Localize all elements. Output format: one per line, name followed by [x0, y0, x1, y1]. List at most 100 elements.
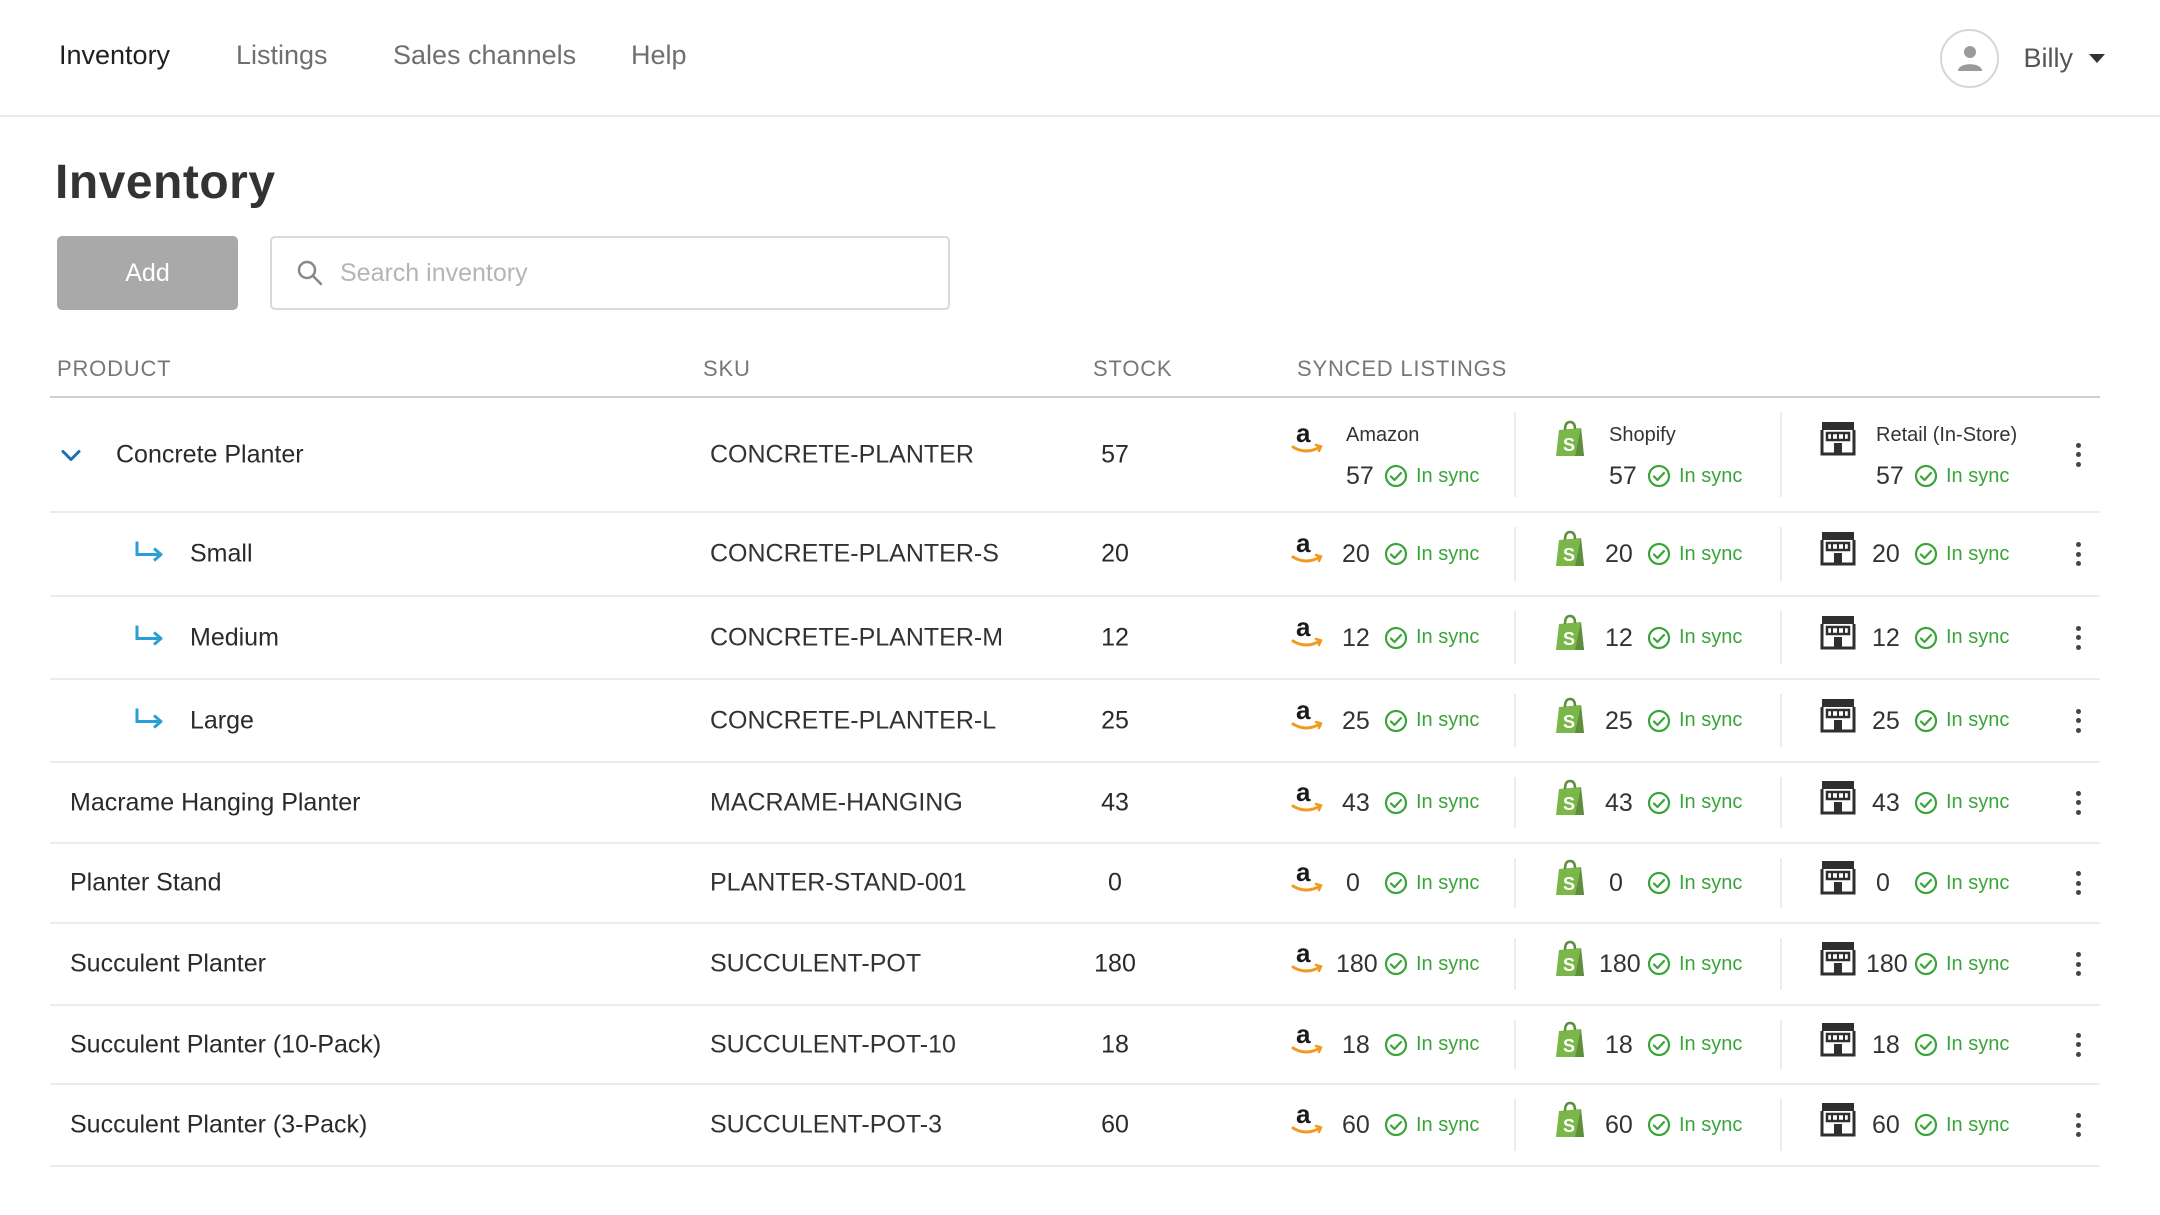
user-icon — [1957, 46, 1982, 71]
listing-shopify[interactable]: S 25 In sync — [1553, 680, 1793, 761]
header-sku: SKU — [703, 356, 751, 381]
channel-stock: 20 — [1605, 540, 1633, 568]
listing-store[interactable]: 12 In sync — [1820, 597, 2060, 678]
add-button[interactable]: Add — [57, 236, 238, 310]
listing-shopify[interactable]: S 0 In sync — [1553, 844, 1793, 922]
sync-status: In sync — [1647, 1113, 1742, 1137]
listing-store[interactable]: Retail (In-Store) 57 In sync — [1820, 398, 2060, 511]
svg-text:a: a — [1296, 1021, 1311, 1049]
listing-shopify[interactable]: S 18 In sync — [1553, 1006, 1793, 1083]
chevron-down-icon[interactable] — [60, 440, 82, 469]
more-options-icon[interactable] — [2068, 538, 2088, 570]
search-input[interactable] — [340, 258, 920, 288]
channel-stock: 57 — [1609, 462, 1637, 490]
amazon-icon: a — [1291, 612, 1323, 646]
listing-store[interactable]: 0 In sync — [1820, 844, 2060, 922]
svg-text:S: S — [1563, 874, 1575, 894]
listing-store[interactable]: 20 In sync — [1820, 513, 2060, 595]
listing-shopify[interactable]: S 180 In sync — [1553, 924, 1793, 1004]
search-box[interactable] — [270, 236, 950, 310]
table-row[interactable]: Succulent Planter (10-Pack) SUCCULENT-POT… — [50, 1006, 2100, 1085]
shopify-icon: S — [1556, 614, 1584, 650]
listing-amazon[interactable]: a 18 In sync — [1290, 1006, 1530, 1083]
table-row[interactable]: Planter Stand PLANTER-STAND-001 0 a 0 In sy… — [50, 844, 2100, 924]
nav-help[interactable]: Help — [631, 40, 687, 71]
product-name[interactable]: Planter Stand — [70, 869, 222, 898]
table-row[interactable]: Succulent Planter (3-Pack) SUCCULENT-POT-… — [50, 1085, 2100, 1167]
product-name[interactable]: Large — [190, 706, 254, 735]
table-row[interactable]: Large CONCRETE-PLANTER-L 25 a 25 In sync S … — [50, 680, 2100, 763]
stock-count: 18 — [1101, 1030, 1129, 1058]
more-options-icon[interactable] — [2068, 705, 2088, 737]
table-row[interactable]: Succulent Planter SUCCULENT-POT 180 a 180 I… — [50, 924, 2100, 1006]
check-circle-icon — [1647, 1033, 1671, 1056]
user-menu[interactable]: Billy — [1940, 27, 2105, 89]
listing-store[interactable]: 60 In sync — [1820, 1085, 2060, 1165]
sync-status: In sync — [1647, 709, 1742, 733]
table-row[interactable]: Small CONCRETE-PLANTER-S 20 a 20 In sync S … — [50, 513, 2100, 597]
listing-shopify[interactable]: S 43 In sync — [1553, 763, 1793, 842]
listing-amazon[interactable]: a 20 In sync — [1290, 513, 1530, 595]
listing-amazon[interactable]: a 25 In sync — [1290, 680, 1530, 761]
sync-label: In sync — [1946, 464, 2010, 487]
nav-sales-channels[interactable]: Sales channels — [393, 40, 576, 71]
table-row[interactable]: Macrame Hanging Planter MACRAME-HANGING 43… — [50, 763, 2100, 844]
more-options-icon[interactable] — [2068, 948, 2088, 980]
sku: CONCRETE-PLANTER-M — [710, 623, 1004, 651]
check-circle-icon — [1647, 542, 1671, 566]
check-circle-icon — [1384, 464, 1408, 488]
more-options-icon[interactable] — [2068, 1109, 2088, 1141]
more-options-icon[interactable] — [2068, 787, 2088, 819]
listing-store[interactable]: 18 In sync — [1820, 1006, 2060, 1083]
listing-shopify[interactable]: S 12 In sync — [1553, 597, 1793, 678]
product-name[interactable]: Succulent Planter — [70, 950, 266, 979]
listing-store[interactable]: 25 In sync — [1820, 680, 2060, 761]
product-name[interactable]: Concrete Planter — [116, 440, 304, 469]
shopify-icon-wrap: S — [1553, 859, 1587, 902]
listing-amazon[interactable]: a 60 In sync — [1290, 1085, 1530, 1165]
listing-amazon[interactable]: a Amazon 57 In sync — [1290, 398, 1530, 511]
listing-store[interactable]: 180 In sync — [1820, 924, 2060, 1004]
listing-shopify[interactable]: S Shopify 57 In sync — [1553, 398, 1793, 511]
sync-label: In sync — [1679, 464, 1743, 487]
channel-stock: 57 — [1346, 462, 1374, 490]
more-options-icon[interactable] — [2068, 867, 2088, 899]
listing-amazon[interactable]: a 12 In sync — [1290, 597, 1530, 678]
listing-amazon[interactable]: a 180 In sync — [1290, 924, 1530, 1004]
shopify-icon-wrap: S — [1553, 940, 1587, 983]
table-row[interactable]: Medium CONCRETE-PLANTER-M 12 a 12 In sync S… — [50, 597, 2100, 680]
variant-arrow-icon — [134, 705, 166, 736]
svg-text:a: a — [1296, 940, 1311, 968]
listing-shopify[interactable]: S 20 In sync — [1553, 513, 1793, 595]
more-options-icon[interactable] — [2068, 1029, 2088, 1061]
sync-status: In sync — [1914, 952, 2009, 976]
product-name[interactable]: Macrame Hanging Planter — [70, 788, 360, 817]
amazon-icon-wrap: a — [1290, 695, 1324, 740]
product-name[interactable]: Succulent Planter (10-Pack) — [70, 1030, 381, 1059]
check-circle-icon — [1914, 871, 1938, 895]
product-name[interactable]: Medium — [190, 623, 279, 652]
channel-stock: 60 — [1605, 1111, 1633, 1139]
listing-amazon[interactable]: a 0 In sync — [1290, 844, 1530, 922]
channel-stock: 0 — [1609, 869, 1623, 897]
stock-count: 0 — [1108, 868, 1122, 897]
nav-inventory[interactable]: Inventory — [59, 40, 170, 71]
svg-text:S: S — [1563, 545, 1575, 565]
top-nav: Inventory Listings Sales channels Help B… — [0, 0, 2160, 117]
shopify-icon-wrap: S — [1553, 420, 1587, 463]
nav-listings[interactable]: Listings — [236, 40, 328, 71]
more-options-icon[interactable] — [2068, 439, 2088, 471]
svg-text:S: S — [1563, 794, 1575, 814]
listing-store[interactable]: 43 In sync — [1820, 763, 2060, 842]
shopify-icon: S — [1556, 420, 1584, 456]
svg-text:S: S — [1563, 629, 1575, 649]
table-row[interactable]: Concrete Planter CONCRETE-PLANTER 57 a Ama… — [50, 398, 2100, 513]
shopify-icon: S — [1556, 697, 1584, 733]
listing-amazon[interactable]: a 43 In sync — [1290, 763, 1530, 842]
product-name[interactable]: Succulent Planter (3-Pack) — [70, 1111, 367, 1140]
sync-status: In sync — [1914, 1113, 2009, 1137]
shopify-icon: S — [1556, 1101, 1584, 1137]
product-name[interactable]: Small — [190, 540, 253, 569]
listing-shopify[interactable]: S 60 In sync — [1553, 1085, 1793, 1165]
more-options-icon[interactable] — [2068, 622, 2088, 654]
